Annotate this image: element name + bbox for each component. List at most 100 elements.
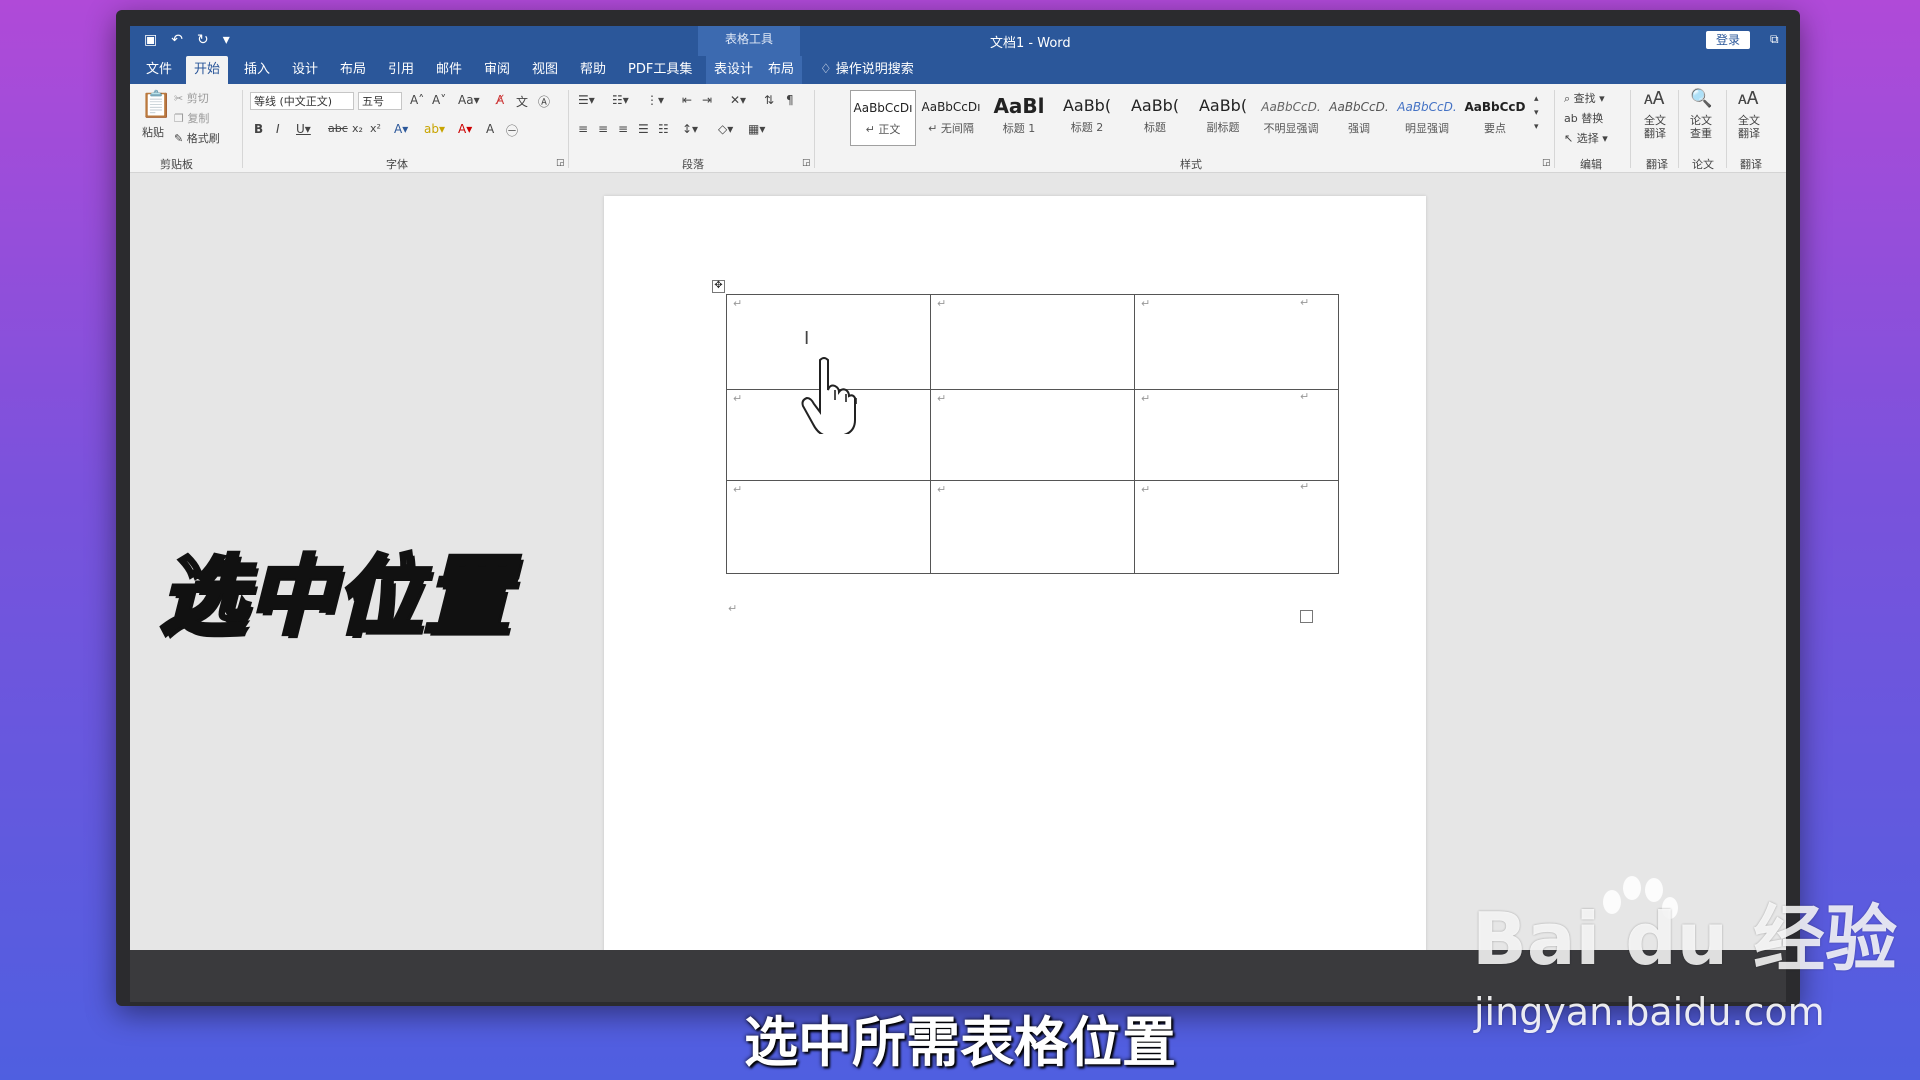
paper-check-icon[interactable]: 🔍: [1690, 88, 1712, 109]
cut-button[interactable]: ✂ 剪切: [174, 90, 209, 106]
replace-button[interactable]: ab 替换: [1564, 110, 1603, 126]
redo-icon[interactable]: ↻: [197, 32, 209, 48]
document-title: 文档1 - Word: [990, 36, 1071, 51]
style-subtle-emphasis[interactable]: AaBbCcD. 不明显强调: [1258, 90, 1324, 146]
align-left-icon[interactable]: ≡: [578, 122, 588, 136]
shading-icon[interactable]: ◇▾: [718, 122, 733, 136]
shrink-font-icon[interactable]: A˅: [432, 93, 446, 107]
italic-button[interactable]: I: [276, 122, 280, 136]
style-heading-1[interactable]: AaBl 标题 1: [986, 90, 1052, 146]
font-color-icon[interactable]: A▾: [458, 122, 472, 136]
full-translate-button[interactable]: 全文 翻译: [1738, 114, 1760, 140]
increase-indent-icon[interactable]: ⇥: [702, 93, 712, 107]
table-cell[interactable]: ↵: [930, 389, 1135, 481]
style-heading-2[interactable]: AaBb( 标题 2: [1054, 90, 1120, 146]
styles-scroll-icon[interactable]: ▴ ▾ ▾: [1534, 92, 1539, 134]
decrease-indent-icon[interactable]: ⇤: [682, 93, 692, 107]
format-painter-button[interactable]: ✎ 格式刷: [174, 130, 220, 146]
align-right-icon[interactable]: ≡: [618, 122, 628, 136]
bullets-icon[interactable]: ☰▾: [578, 93, 595, 107]
document-page[interactable]: ✥ ↵ ↵ ↵ ↵ ↵ ↵ ↵ ↵ ↵ ↵ ↵ ↵ ↵ I: [604, 196, 1426, 950]
paragraph-dialog-launcher-icon[interactable]: ◲: [802, 158, 811, 168]
phonetic-guide-icon[interactable]: 文: [516, 93, 528, 110]
line-spacing-icon[interactable]: ↕▾: [682, 122, 698, 136]
translate-icon[interactable]: 🗚: [1738, 88, 1758, 109]
style-intense-emphasis[interactable]: AaBbCcD. 明显强调: [1394, 90, 1460, 146]
tell-me-label: 操作说明搜索: [835, 62, 914, 77]
justify-icon[interactable]: ☰: [638, 122, 649, 136]
style-strong[interactable]: AaBbCcD 要点: [1462, 90, 1528, 146]
character-border-icon[interactable]: Ⓐ: [538, 93, 550, 110]
font-name-combo[interactable]: 等线 (中文正文): [250, 92, 354, 110]
table-cell[interactable]: ↵: [930, 294, 1135, 390]
styles-gallery: AaBbCcDı ↵ 正文 AaBbCcDı ↵ 无间隔 AaBl 标题 1 A…: [850, 88, 1526, 152]
style-no-spacing[interactable]: AaBbCcDı ↵ 无间隔: [918, 90, 984, 146]
tab-mailings[interactable]: 邮件: [428, 56, 470, 84]
style-emphasis[interactable]: AaBbCcD. 强调: [1326, 90, 1392, 146]
subscript-button[interactable]: x₂: [352, 122, 363, 135]
copy-label: 复制: [187, 112, 210, 125]
borders-icon[interactable]: ▦▾: [748, 122, 765, 136]
style-title[interactable]: AaBb( 标题: [1122, 90, 1188, 146]
table-cell[interactable]: ↵: [1134, 480, 1339, 574]
grow-font-icon[interactable]: A˄: [410, 93, 424, 107]
table-cell[interactable]: ↵: [930, 480, 1135, 574]
character-shading-icon[interactable]: A: [486, 122, 494, 136]
translate-icon[interactable]: 🗚: [1644, 88, 1664, 109]
tab-pdf-tools[interactable]: PDF工具集: [620, 56, 700, 84]
copy-button[interactable]: ❐ 复制: [174, 110, 209, 126]
table-resize-handle[interactable]: [1300, 610, 1313, 623]
tab-home[interactable]: 开始: [186, 56, 229, 84]
multilevel-list-icon[interactable]: ⋮▾: [646, 93, 664, 107]
separator: [568, 90, 569, 168]
tab-view[interactable]: 视图: [524, 56, 566, 84]
bold-button[interactable]: B: [254, 122, 263, 136]
strikethrough-button[interactable]: abc: [328, 122, 348, 135]
pointer-icon: ↖: [1564, 132, 1574, 145]
undo-icon[interactable]: ↶: [171, 32, 183, 48]
distributed-icon[interactable]: ☷: [658, 122, 669, 136]
chinese-layout-icon[interactable]: ✕▾: [730, 93, 746, 107]
table-move-handle-icon[interactable]: ✥: [712, 280, 725, 293]
tell-me-search[interactable]: ♢ 操作说明搜索: [820, 56, 914, 84]
highlight-icon[interactable]: ab▾: [424, 122, 445, 136]
login-button[interactable]: 登录: [1706, 31, 1750, 49]
find-button[interactable]: ⌕ 查找 ▾: [1564, 90, 1605, 106]
ribbon-display-options-icon[interactable]: ⧉: [1770, 32, 1779, 47]
style-normal[interactable]: AaBbCcDı ↵ 正文: [850, 90, 916, 146]
full-translate-button[interactable]: 全文 翻译: [1644, 114, 1666, 140]
underline-button[interactable]: U▾: [296, 122, 311, 136]
style-sample: AaBb(: [1198, 96, 1248, 115]
document-table[interactable]: ↵ ↵ ↵ ↵ ↵ ↵ ↵ ↵ ↵: [726, 294, 1339, 574]
tab-help[interactable]: 帮助: [572, 56, 614, 84]
tab-layout[interactable]: 布局: [332, 56, 374, 84]
select-button[interactable]: ↖ 选择 ▾: [1564, 130, 1608, 146]
tab-file[interactable]: 文件: [138, 56, 180, 84]
tab-table-design[interactable]: 表设计: [706, 56, 762, 84]
styles-dialog-launcher-icon[interactable]: ◲: [1542, 158, 1551, 168]
paper-check-button[interactable]: 论文 查重: [1690, 114, 1712, 140]
text-effects-icon[interactable]: A▾: [394, 122, 408, 136]
customize-qat-icon[interactable]: ▾: [223, 32, 230, 48]
enclose-characters-icon[interactable]: ㊀: [506, 122, 518, 139]
style-subtitle[interactable]: AaBb( 副标题: [1190, 90, 1256, 146]
sort-icon[interactable]: ⇅: [764, 93, 774, 107]
tab-references[interactable]: 引用: [380, 56, 422, 84]
show-marks-icon[interactable]: ¶: [786, 93, 794, 107]
font-dialog-launcher-icon[interactable]: ◲: [556, 158, 565, 168]
align-center-icon[interactable]: ≡: [598, 122, 608, 136]
tab-table-layout[interactable]: 布局: [760, 56, 803, 84]
table-cell[interactable]: ↵: [726, 480, 931, 574]
paste-button[interactable]: 粘贴: [142, 124, 164, 140]
font-size-combo[interactable]: 五号: [358, 92, 402, 110]
table-cell[interactable]: ↵: [1134, 389, 1339, 481]
clear-formatting-icon[interactable]: A̸: [496, 93, 504, 107]
save-icon[interactable]: ▣: [144, 32, 157, 48]
change-case-icon[interactable]: Aa▾: [458, 93, 480, 107]
tab-review[interactable]: 审阅: [476, 56, 518, 84]
tab-design[interactable]: 设计: [284, 56, 326, 84]
numbering-icon[interactable]: ☷▾: [612, 93, 629, 107]
paste-icon[interactable]: 📋: [140, 90, 172, 120]
superscript-button[interactable]: x²: [370, 122, 381, 135]
tab-insert[interactable]: 插入: [236, 56, 278, 84]
